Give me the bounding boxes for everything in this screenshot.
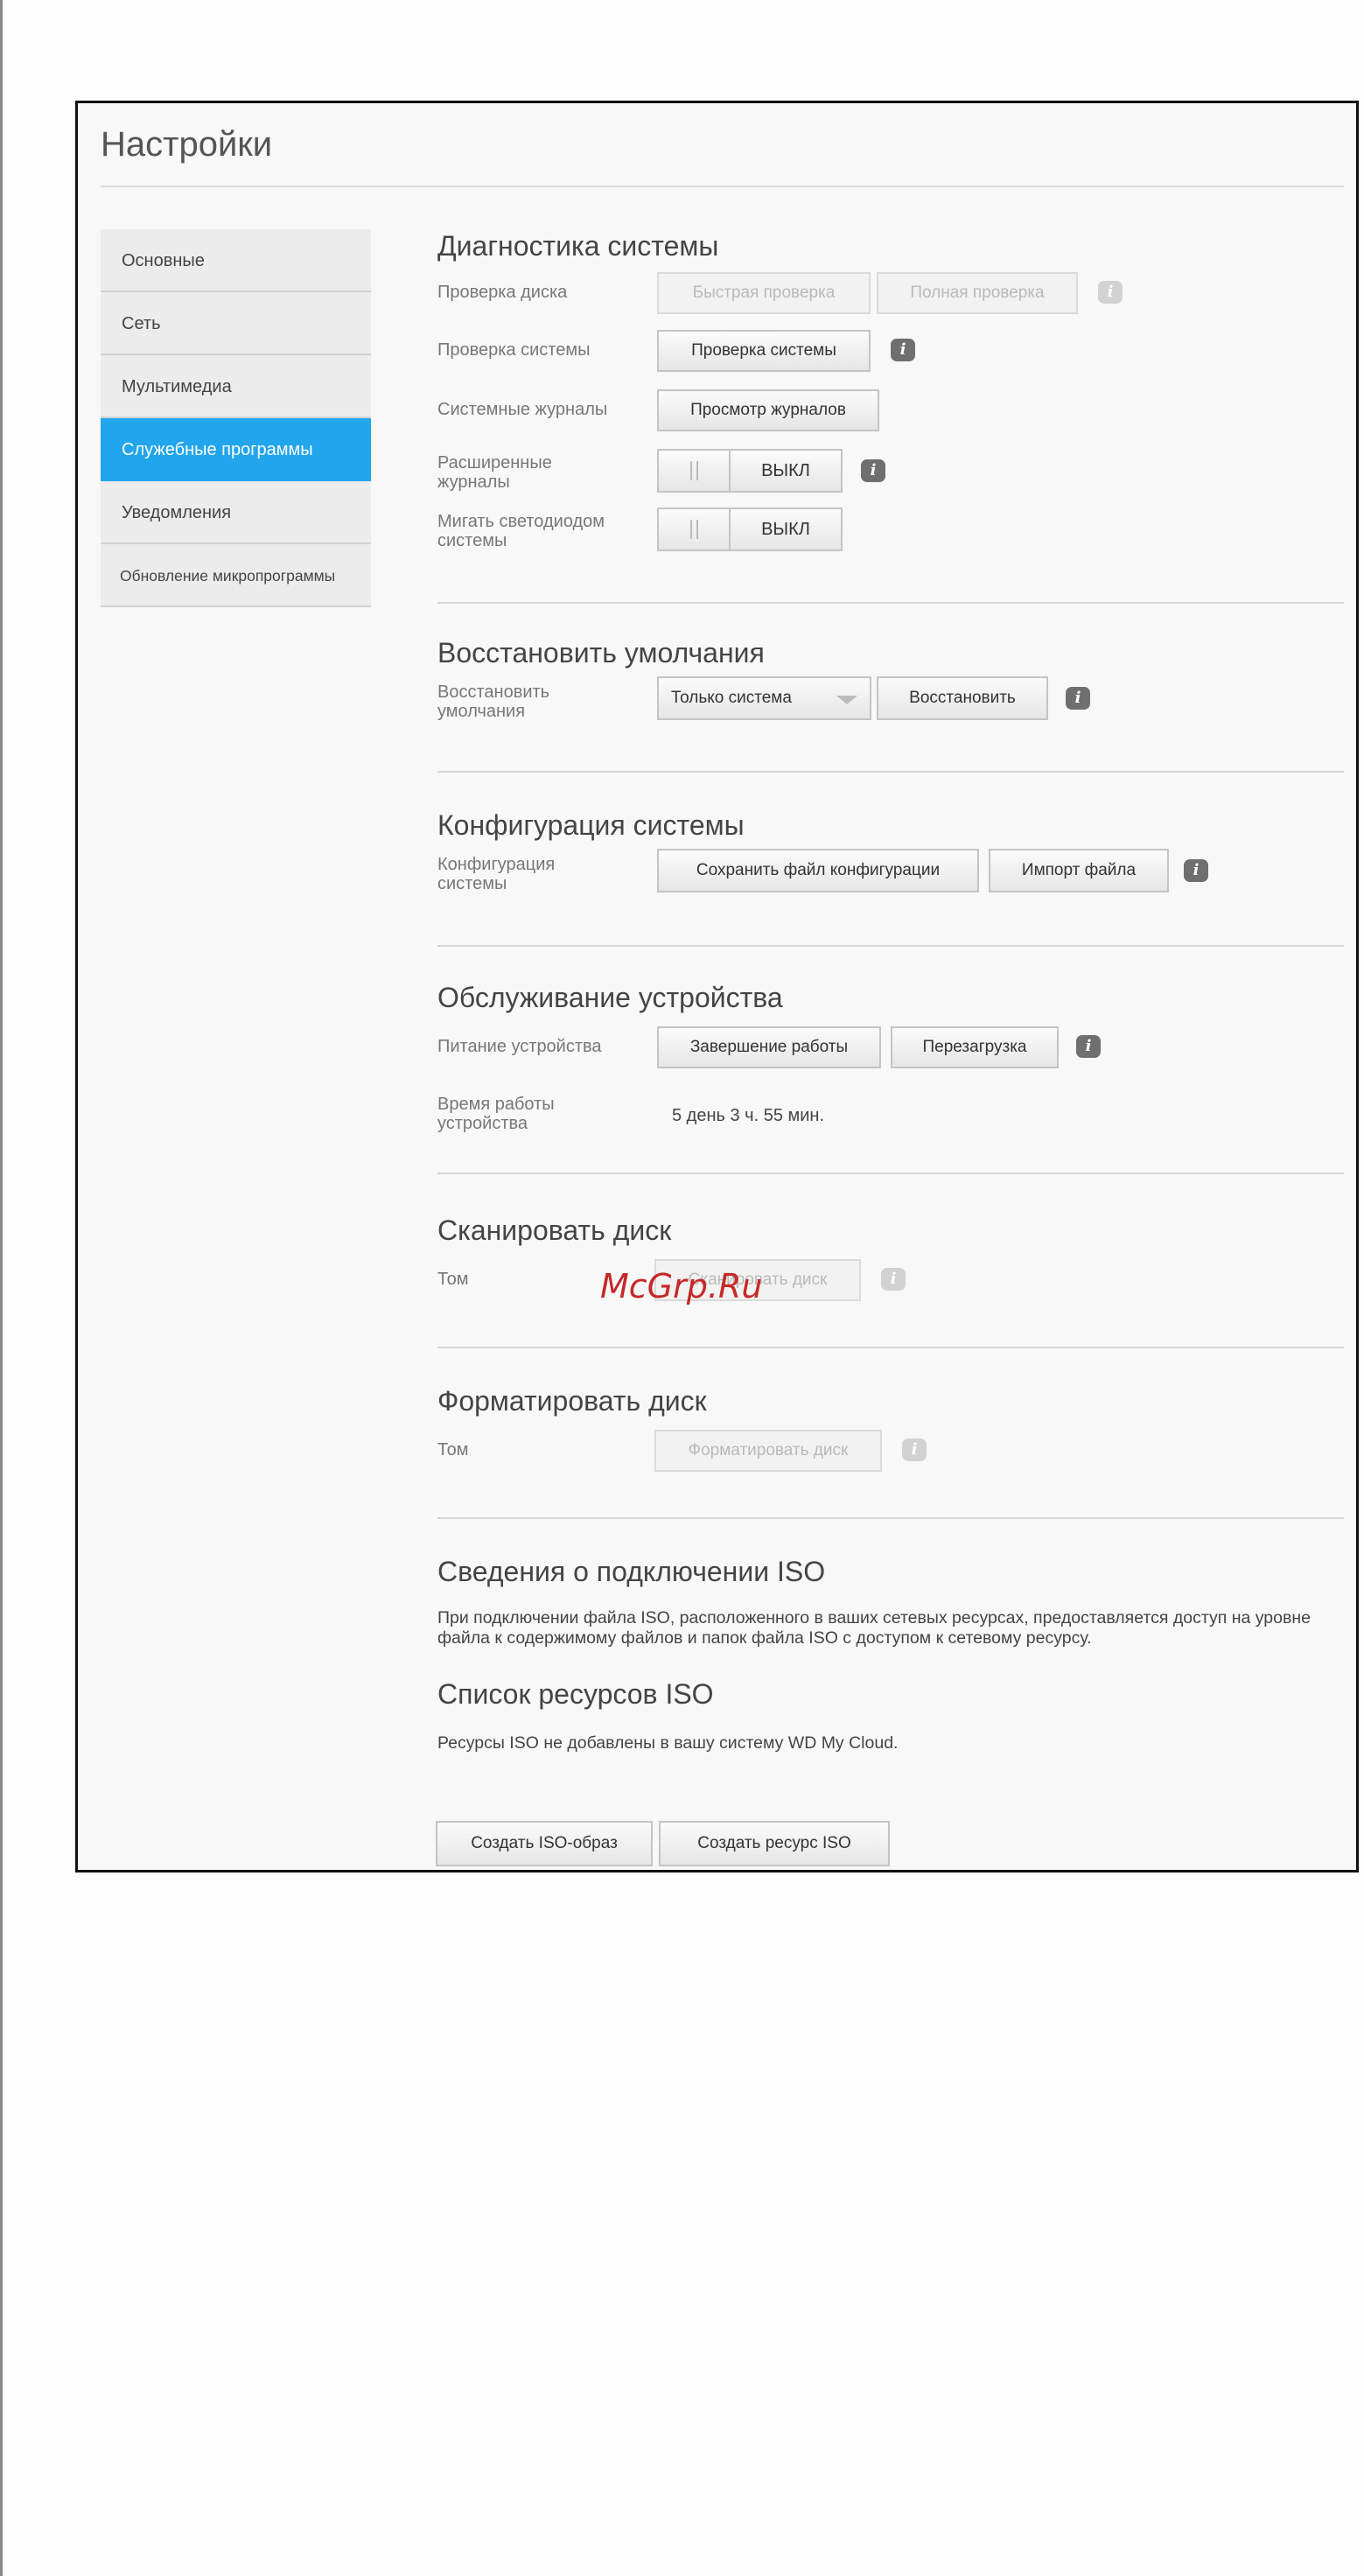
info-icon[interactable]: i <box>891 339 915 361</box>
section-divider <box>437 1517 1344 1519</box>
section-divider <box>437 945 1344 947</box>
iso-description: При подключении файла ISO, расположенног… <box>437 1608 1311 1648</box>
view-logs-button[interactable]: Просмотр журналов <box>657 389 879 431</box>
reboot-button[interactable]: Перезагрузка <box>891 1026 1059 1068</box>
section-divider <box>437 771 1344 773</box>
full-check-button[interactable]: Полная проверка <box>877 272 1078 314</box>
info-icon[interactable]: i <box>1066 687 1090 710</box>
uptime-label: Время работы устройства <box>437 1095 555 1133</box>
settings-window: Настройки Основные Сеть Мультимедиа Служ… <box>75 101 1359 1872</box>
uptime-value: 5 день 3 ч. 55 мин. <box>672 1106 825 1125</box>
page-title: Настройки <box>101 125 273 164</box>
restore-label: Восстановить умолчания <box>437 682 550 721</box>
sidebar: Основные Сеть Мультимедиа Служебные прог… <box>101 229 371 607</box>
shutdown-button[interactable]: Завершение работы <box>657 1026 881 1068</box>
info-icon[interactable]: i <box>861 459 885 482</box>
info-icon[interactable]: i <box>902 1438 927 1461</box>
sidebar-item-general[interactable]: Основные <box>101 229 371 292</box>
page-left-edge <box>0 0 3 2576</box>
power-label: Питание устройства <box>437 1037 602 1056</box>
save-config-button[interactable]: Сохранить файл конфигурации <box>657 849 979 892</box>
restore-mode-select[interactable]: Только система <box>657 676 871 720</box>
info-icon[interactable]: i <box>1184 859 1208 882</box>
info-icon[interactable]: i <box>881 1268 906 1291</box>
system-logs-label: Системные журналы <box>437 400 608 419</box>
maintenance-title: Обслуживание устройства <box>437 982 783 1013</box>
chevron-down-icon <box>836 696 857 704</box>
watermark: McGrp.Ru <box>600 1267 763 1306</box>
sidebar-item-firmware-update[interactable]: Обновление микропрограммы <box>101 544 371 607</box>
blink-led-toggle[interactable]: ВЫКЛ <box>657 508 843 551</box>
info-icon[interactable]: i <box>1098 281 1123 304</box>
config-title: Конфигурация системы <box>437 809 745 841</box>
restore-button[interactable]: Восстановить <box>877 676 1048 720</box>
import-file-button[interactable]: Импорт файла <box>989 849 1169 892</box>
toggle-knob <box>659 451 731 491</box>
iso-title: Сведения о подключении ISO <box>437 1556 826 1587</box>
toggle-state: ВЫКЛ <box>761 460 810 480</box>
config-label: Конфигурация системы <box>437 855 556 893</box>
extended-logs-label: Расширенные журналы <box>437 453 552 492</box>
diagnostics-title: Диагностика системы <box>437 230 719 262</box>
section-divider <box>437 602 1344 604</box>
toggle-state: ВЫКЛ <box>761 519 810 539</box>
blink-led-label: Мигать светодиодом системы <box>437 512 605 550</box>
create-iso-image-button[interactable]: Создать ISO-образ <box>436 1821 653 1866</box>
format-volume-label: Том <box>437 1440 469 1460</box>
scan-title: Сканировать диск <box>437 1214 672 1246</box>
restore-title: Восстановить умолчания <box>437 637 765 668</box>
section-divider <box>437 1172 1344 1174</box>
disk-check-label: Проверка диска <box>437 283 568 302</box>
format-disk-button[interactable]: Форматировать диск <box>654 1430 882 1472</box>
sidebar-item-notifications[interactable]: Уведомления <box>101 481 371 544</box>
extended-logs-toggle[interactable]: ВЫКЛ <box>657 449 843 493</box>
sidebar-item-network[interactable]: Сеть <box>101 292 371 355</box>
sidebar-item-media[interactable]: Мультимедиа <box>101 355 371 418</box>
system-check-label: Проверка системы <box>437 340 591 360</box>
iso-list-title: Список ресурсов ISO <box>437 1678 714 1710</box>
quick-check-button[interactable]: Быстрая проверка <box>657 272 871 314</box>
title-divider <box>101 186 1344 187</box>
sidebar-item-utilities[interactable]: Служебные программы <box>101 418 371 481</box>
iso-empty-text: Ресурсы ISO не добавлены в вашу систему … <box>437 1733 899 1753</box>
section-divider <box>437 1347 1344 1348</box>
system-check-button[interactable]: Проверка системы <box>657 330 871 372</box>
scan-volume-label: Том <box>437 1270 469 1289</box>
select-value: Только система <box>671 689 792 707</box>
toggle-knob <box>659 509 731 550</box>
format-title: Форматировать диск <box>437 1385 707 1417</box>
info-icon[interactable]: i <box>1076 1035 1101 1058</box>
create-iso-share-button[interactable]: Создать ресурс ISO <box>659 1821 890 1866</box>
